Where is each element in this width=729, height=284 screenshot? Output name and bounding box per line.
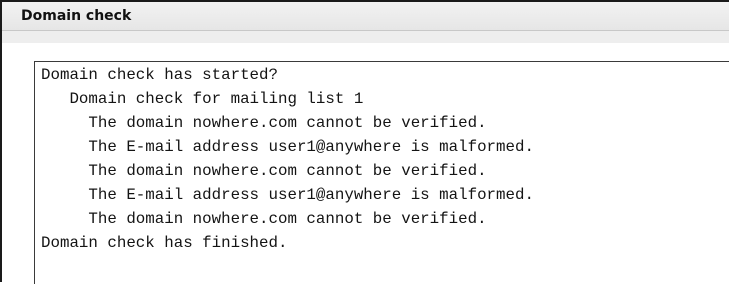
log-line-started: Domain check has started? (41, 66, 278, 84)
log-line-domain-unverified: The domain nowhere.com cannot be verifie… (41, 162, 487, 180)
panel-title: Domain check (21, 8, 132, 24)
log-line-domain-unverified: The domain nowhere.com cannot be verifie… (41, 210, 487, 228)
header-spacer (2, 31, 729, 43)
log-line-email-malformed: The E-mail address user1@anywhere is mal… (41, 138, 534, 156)
log-line-mailing-list: Domain check for mailing list 1 (41, 90, 364, 108)
log-line-domain-unverified: The domain nowhere.com cannot be verifie… (41, 114, 487, 132)
log-line-finished: Domain check has finished. (41, 234, 288, 252)
panel-header: Domain check (2, 2, 729, 31)
log-output[interactable]: Domain check has started? Domain check f… (34, 61, 729, 284)
domain-check-panel: Domain check Domain check has started? D… (0, 0, 729, 284)
log-line-email-malformed: The E-mail address user1@anywhere is mal… (41, 186, 534, 204)
